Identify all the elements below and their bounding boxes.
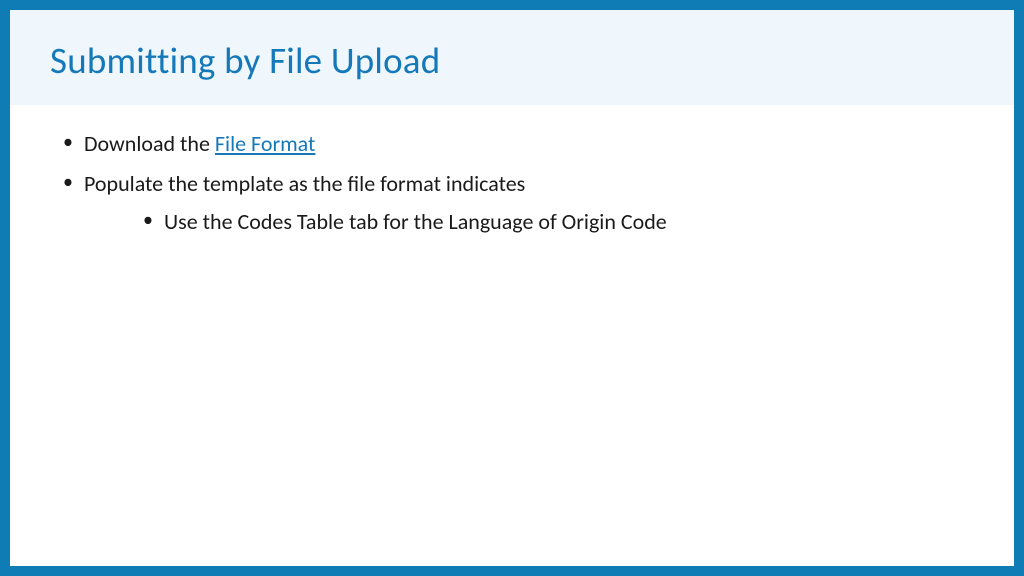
sub-bullet-text: Use the Codes Table tab for the Language… — [164, 208, 667, 235]
bullet-list: Download the File Format Populate the te… — [60, 127, 964, 238]
file-format-link[interactable]: File Format — [215, 130, 315, 157]
sub-bullet-codes-table: Use the Codes Table tab for the Language… — [140, 205, 964, 238]
title-bar: Submitting by File Upload — [10, 10, 1014, 105]
bullet-item-populate: Populate the template as the file format… — [60, 167, 964, 238]
slide-frame: Submitting by File Upload Download the F… — [0, 0, 1024, 576]
content-area: Download the File Format Populate the te… — [10, 105, 1014, 566]
slide-title: Submitting by File Upload — [50, 38, 974, 83]
bullet-text: Populate the template as the file format… — [84, 170, 525, 197]
sub-bullet-list: Use the Codes Table tab for the Language… — [140, 205, 964, 238]
bullet-text-prefix: Download the — [84, 130, 215, 157]
bullet-item-download: Download the File Format — [60, 127, 964, 161]
